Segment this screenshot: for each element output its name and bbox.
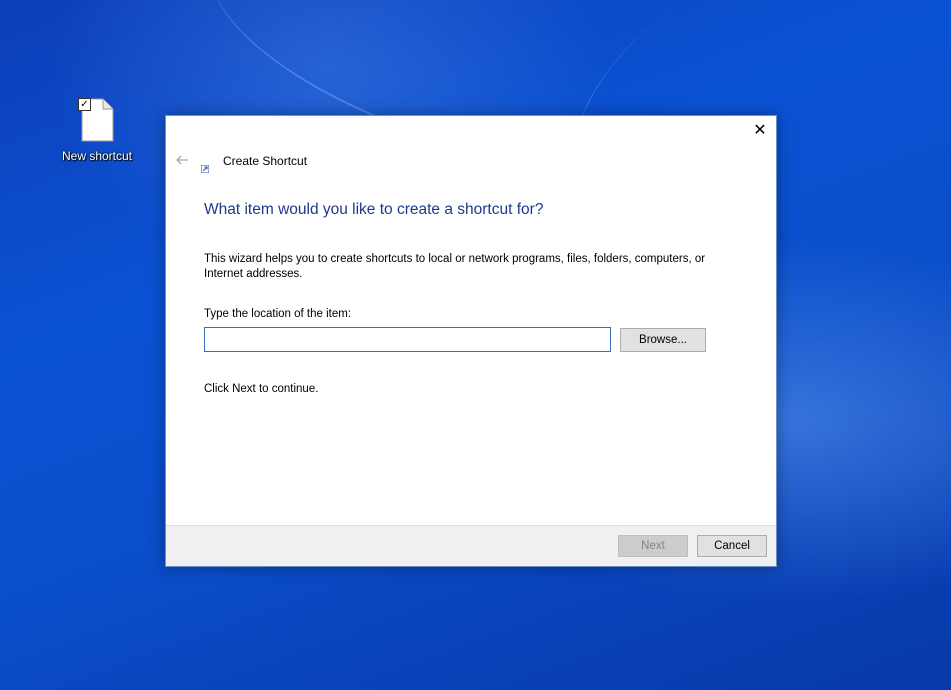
next-button[interactable]: Next <box>618 535 688 557</box>
close-button[interactable]: ✕ <box>746 118 774 142</box>
location-input[interactable] <box>204 327 611 352</box>
wizard-description: This wizard helps you to create shortcut… <box>204 253 706 280</box>
desktop-icon-label: New shortcut <box>61 149 133 163</box>
cancel-button[interactable]: Cancel <box>697 535 767 557</box>
blank-file-icon: ✓ <box>78 98 114 142</box>
location-label: Type the location of the item: <box>204 308 352 320</box>
continue-text: Click Next to continue. <box>204 383 319 395</box>
desktop-icon-new-shortcut[interactable]: ✓ New shortcut <box>56 96 138 163</box>
wizard-heading: What item would you like to create a sho… <box>204 201 544 218</box>
browse-button[interactable]: Browse... <box>620 328 706 352</box>
back-arrow-icon[interactable] <box>174 152 190 168</box>
selection-checkbox[interactable]: ✓ <box>78 98 91 111</box>
shortcut-icon <box>200 158 210 174</box>
dialog-footer: Next Cancel <box>166 525 776 566</box>
desktop: ✓ New shortcut ✕ Create Shortcut What it… <box>0 0 951 690</box>
create-shortcut-dialog: ✕ Create Shortcut What item would you li… <box>165 115 777 567</box>
dialog-title: Create Shortcut <box>223 154 308 168</box>
